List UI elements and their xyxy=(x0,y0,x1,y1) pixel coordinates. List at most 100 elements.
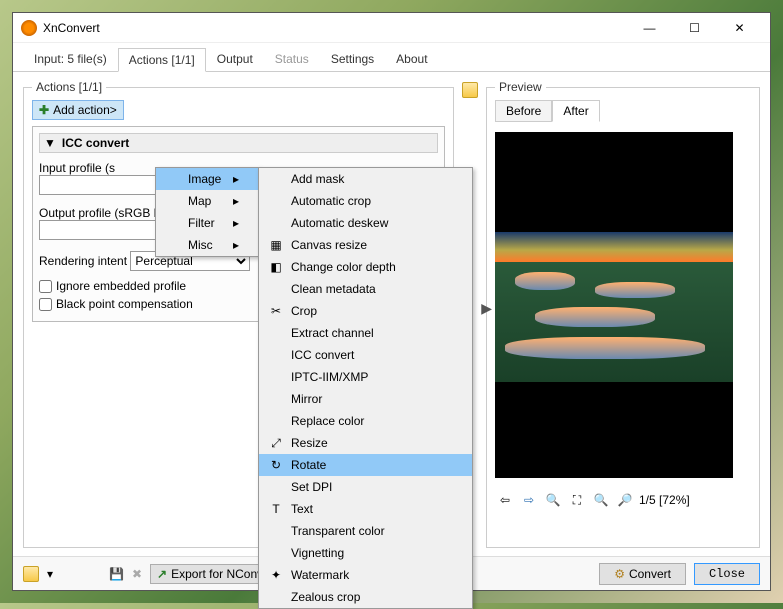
minimize-button[interactable]: — xyxy=(627,14,672,42)
gear-icon: ⚙ xyxy=(614,567,625,581)
submenu-label: Vignetting xyxy=(291,546,344,560)
preview-image xyxy=(495,132,733,478)
action-header-label: ICC convert xyxy=(62,136,129,150)
app-icon xyxy=(21,20,37,36)
delete-icon[interactable]: ✖ xyxy=(132,567,142,581)
submenu-crop[interactable]: ✂ Crop xyxy=(259,300,472,322)
submenu-resize[interactable]: ⤢Resize xyxy=(259,432,472,454)
submenu-label: ICC convert xyxy=(291,348,354,362)
blank-icon xyxy=(267,479,285,495)
tab-input[interactable]: Input: 5 file(s) xyxy=(23,47,118,71)
submenu-label: Change color depth xyxy=(291,260,396,274)
submenu-extract-channel[interactable]: Extract channel xyxy=(259,322,472,344)
close-app-button[interactable]: Close xyxy=(694,563,760,585)
blank-icon xyxy=(267,281,285,297)
tab-after[interactable]: After xyxy=(552,100,599,122)
blank-icon xyxy=(267,347,285,363)
submenu-label: Add mask xyxy=(291,172,344,186)
submenu-label: Automatic deskew xyxy=(291,216,388,230)
next-image-button[interactable]: ⇨ xyxy=(519,490,539,510)
submenu-iptc-iim-xmp[interactable]: IPTC-IIM/XMP xyxy=(259,366,472,388)
submenu-label: Text xyxy=(291,502,313,516)
open-folder-button[interactable] xyxy=(23,566,39,582)
convert-button[interactable]: ⚙Convert xyxy=(599,563,686,585)
submenu-add-mask[interactable]: Add mask xyxy=(259,168,472,190)
preview-panel: Preview Before After ⇦ ⇨ xyxy=(486,80,760,548)
submenu-label: Watermark xyxy=(291,568,349,582)
submenu-icc-convert[interactable]: ICC convert xyxy=(259,344,472,366)
submenu-canvas-resize[interactable]: ▦ Canvas resize xyxy=(259,234,472,256)
submenu-automatic-deskew[interactable]: Automatic deskew xyxy=(259,212,472,234)
submenu-label: Replace color xyxy=(291,414,364,428)
save-icon[interactable]: 💾 xyxy=(109,567,124,581)
submenu-label: Zealous crop xyxy=(291,590,360,604)
menu-misc[interactable]: Misc▸ xyxy=(156,234,259,256)
submenu-text[interactable]: T Text xyxy=(259,498,472,520)
category-menu: Image▸ Map▸ Filter▸ Misc▸ xyxy=(155,167,260,257)
zoom-in-button[interactable]: 🔍 xyxy=(543,490,563,510)
add-action-button[interactable]: ✚ Add action> xyxy=(32,100,124,120)
submenu-transparent-color[interactable]: Transparent color xyxy=(259,520,472,542)
submenu-set-dpi[interactable]: Set DPI xyxy=(259,476,472,498)
submenu-zealous-crop[interactable]: Zealous crop xyxy=(259,586,472,608)
submenu-vignetting[interactable]: Vignetting xyxy=(259,542,472,564)
blank-icon xyxy=(267,325,285,341)
submenu-watermark[interactable]: ✦Watermark xyxy=(259,564,472,586)
menu-map[interactable]: Map▸ xyxy=(156,190,259,212)
action-header[interactable]: ▼ ICC convert xyxy=(39,133,438,153)
submenu-automatic-crop[interactable]: Automatic crop xyxy=(259,190,472,212)
maximize-button[interactable]: ☐ xyxy=(672,14,717,42)
submenu-label: Crop xyxy=(291,304,317,318)
submenu-label: Clean metadata xyxy=(291,282,376,296)
zoom-out-button[interactable]: 🔎 xyxy=(615,490,635,510)
tab-output[interactable]: Output xyxy=(206,47,264,71)
tab-before[interactable]: Before xyxy=(495,100,552,122)
rendering-intent-label: Rendering intent xyxy=(39,254,127,268)
app-window: XnConvert — ☐ ✕ Input: 5 file(s) Actions… xyxy=(12,12,771,591)
fit-window-button[interactable]: ⛶ xyxy=(567,490,587,510)
submenu-label: Resize xyxy=(291,436,328,450)
blank-icon xyxy=(267,215,285,231)
dropdown-icon[interactable]: ▾ xyxy=(47,567,53,581)
menu-image[interactable]: Image▸ xyxy=(156,168,259,190)
submenu-mirror[interactable]: Mirror xyxy=(259,388,472,410)
main-tabs: Input: 5 file(s) Actions [1/1] Output St… xyxy=(13,43,770,72)
actions-legend: Actions [1/1] xyxy=(32,80,106,94)
submenu-label: Transparent color xyxy=(291,524,385,538)
tab-status[interactable]: Status xyxy=(264,47,320,71)
blank-icon xyxy=(267,413,285,429)
titlebar: XnConvert — ☐ ✕ xyxy=(13,13,770,43)
close-button[interactable]: ✕ xyxy=(717,14,762,42)
submenu-rotate[interactable]: ↻ Rotate xyxy=(259,454,472,476)
submenu-clean-metadata[interactable]: Clean metadata xyxy=(259,278,472,300)
preview-tabs: Before After xyxy=(495,100,751,122)
input-profile-label: Input profile (s xyxy=(39,161,115,175)
submenu-label: Rotate xyxy=(291,458,326,472)
image-submenu: Add mask Automatic crop Automatic deskew ▦ C… xyxy=(258,167,473,609)
canvas-icon: ▦ xyxy=(267,237,285,253)
tab-about[interactable]: About xyxy=(385,47,438,71)
zoom-100-button[interactable]: 🔍 xyxy=(591,490,611,510)
transfer-arrow-icon: ▶ xyxy=(481,300,492,317)
ignore-embedded-box[interactable] xyxy=(39,280,52,293)
text-icon: T xyxy=(267,501,285,517)
blank-icon xyxy=(267,545,285,561)
add-action-label: Add action> xyxy=(53,103,117,117)
submenu-label: Canvas resize xyxy=(291,238,367,252)
depth-icon: ◧ xyxy=(267,259,285,275)
prev-image-button[interactable]: ⇦ xyxy=(495,490,515,510)
window-buttons: — ☐ ✕ xyxy=(627,14,762,42)
blank-icon xyxy=(267,369,285,385)
submenu-change-color-depth[interactable]: ◧ Change color depth xyxy=(259,256,472,278)
blank-icon xyxy=(267,391,285,407)
tab-actions[interactable]: Actions [1/1] xyxy=(118,48,206,72)
submenu-label: IPTC-IIM/XMP xyxy=(291,370,368,384)
crop-icon: ✂ xyxy=(267,303,285,319)
submenu-replace-color[interactable]: Replace color xyxy=(259,410,472,432)
black-point-box[interactable] xyxy=(39,298,52,311)
preview-folder-icon[interactable] xyxy=(462,82,478,98)
menu-filter[interactable]: Filter▸ xyxy=(156,212,259,234)
tab-settings[interactable]: Settings xyxy=(320,47,385,71)
submenu-label: Mirror xyxy=(291,392,322,406)
rotate-icon: ↻ xyxy=(267,457,285,473)
